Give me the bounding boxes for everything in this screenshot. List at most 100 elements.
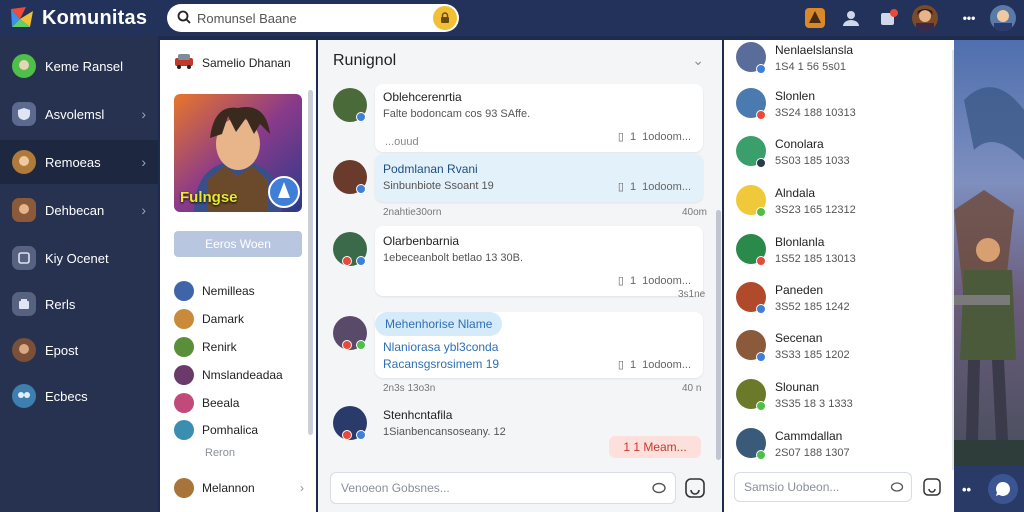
contact-item[interactable]: Paneden 3S52 185 1242 [736, 280, 948, 320]
friend-name: Renirk [202, 340, 237, 354]
clipboard-icon: ▯ [617, 181, 624, 193]
settings-avatar[interactable] [990, 5, 1016, 31]
app-logo[interactable]: Komunitas [8, 5, 147, 31]
contact-name: Slonlen [775, 89, 816, 103]
friend-name: Nemilleas [202, 284, 255, 298]
logo-icon [8, 5, 36, 31]
card-icon [12, 246, 36, 270]
sidebar-item-remoeas[interactable]: Remoeas › [0, 140, 158, 184]
hero-name: Fulngse [180, 189, 238, 206]
contact-meta: 1S4 1 56 5s01 [775, 61, 846, 73]
search-bar [167, 4, 459, 32]
message-pill[interactable]: Mehenhorise Nlame [375, 312, 503, 336]
friend-item[interactable]: Damark [174, 308, 304, 330]
message-input[interactable] [341, 481, 631, 495]
hero-card[interactable]: Fulngse [174, 94, 302, 212]
sidebar-item-label: Keme Ransel [45, 58, 124, 74]
message-note: ...ouud [385, 136, 419, 148]
friend-item[interactable]: Renirk [174, 336, 304, 358]
contact-meta: 3S23 165 12312 [775, 204, 856, 216]
chest-icon [12, 292, 36, 316]
sidebar-item-asvolemsl[interactable]: Asvolemsl › [0, 92, 158, 136]
sidebar-item-epost[interactable]: Epost [0, 328, 158, 372]
contact-item[interactable]: Conolara 5S03 185 1033 [736, 134, 948, 174]
message-meta: ▯ 1 1odoom... [618, 358, 691, 372]
contact-meta: 2S07 188 1307 [775, 447, 850, 459]
status-badge [756, 352, 766, 362]
contact-item[interactable]: Secenan 3S33 185 1202 [736, 328, 948, 368]
contact-item[interactable]: Nenlaelslansla 1S4 1 56 5s01 [736, 40, 948, 80]
sidebar-item-label: Asvolemsl [45, 106, 105, 122]
profile-panel: Samelio Dhanan Fulngse Eeros Woen Nemill… [160, 40, 316, 512]
notification-icon[interactable] [876, 5, 902, 31]
panel-scrollbar[interactable] [308, 90, 313, 435]
sidebar-item-label: Kiy Ocenet [45, 250, 109, 266]
sidebar-item-rerls[interactable]: Rerls [0, 282, 158, 326]
friend-item[interactable]: Pomhalica [174, 419, 304, 441]
message-author: Podmlanan Rvani [383, 162, 478, 176]
avatar-icon [12, 150, 36, 174]
profile-avatar[interactable] [912, 5, 938, 31]
message-bubble[interactable]: Podmlanan Rvani Sinbunbiote Ssoant 19 ▯ … [375, 154, 703, 202]
contact-item[interactable]: Blonlanla 1S52 185 13013 [736, 232, 948, 272]
status-badge [356, 184, 366, 194]
sidebar-item-ecbecs[interactable]: Ecbecs [0, 374, 158, 418]
status-badge [356, 430, 366, 440]
message-text: Sinbunbiote Ssoant 19 [383, 180, 494, 192]
friend-item[interactable]: Melannon › [174, 477, 304, 499]
contact-name: Blonlanla [775, 235, 825, 249]
contact-item[interactable]: Alndala 3S23 165 12312 [736, 183, 948, 223]
sidebar-item-keme[interactable]: Keme Ransel [0, 44, 158, 88]
friend-item[interactable]: Nemilleas [174, 280, 304, 302]
status-badge [756, 207, 766, 217]
message-count: 1 [629, 130, 637, 143]
emoji-icon[interactable] [651, 480, 667, 496]
shield-icon [12, 102, 36, 126]
more-icon[interactable]: •• [962, 482, 971, 497]
chat-fab-button[interactable] [988, 474, 1018, 504]
game-icon[interactable] [802, 5, 828, 31]
contact-name: Conolara [775, 137, 824, 151]
send-icon[interactable] [684, 477, 706, 499]
status-badge [756, 256, 766, 266]
chat-scrollbar[interactable] [716, 210, 721, 460]
chevron-down-icon[interactable]: ⌄ [692, 52, 704, 69]
more-icon[interactable]: ••• [956, 5, 982, 31]
message-time: 40om [682, 207, 708, 218]
friend-item[interactable]: Beeala [174, 392, 304, 414]
contacts-input[interactable] [744, 480, 884, 494]
friend-avatar [174, 478, 194, 498]
message-author: Stenhcntafila [383, 408, 453, 422]
friend-name: Damark [202, 312, 245, 326]
chevron-right-icon: › [141, 154, 146, 170]
search-input[interactable] [197, 10, 427, 26]
friend-name: Melannon [202, 481, 255, 495]
message-author: Nlaniorasa ybl3conda [383, 340, 499, 354]
search-button[interactable] [433, 6, 457, 30]
message-bubble[interactable]: Olarbenbarnia 1ebeceanbolt betlao 13 30B… [375, 226, 703, 296]
search-icon [177, 10, 191, 27]
lock-icon [441, 12, 449, 23]
message-text: Racansgsrosimem 19 [383, 357, 500, 371]
sidebar-item-dehbecan[interactable]: Dehbecan › [0, 188, 158, 232]
contact-item[interactable]: Slounan 3S35 18 3 1333 [736, 377, 948, 417]
emoji-icon[interactable] [890, 480, 904, 494]
contact-name: Slounan [775, 380, 820, 394]
top-bar: Komunitas ••• [0, 0, 1024, 36]
contact-item[interactable]: Cammdallan 2S07 188 1307 [736, 426, 948, 466]
message-time: 2nahtie30orn [383, 207, 442, 218]
car-icon [174, 52, 194, 73]
clipboard-icon: ▯ [617, 131, 624, 143]
hero-button[interactable]: Eeros Woen [174, 231, 302, 257]
message-meta: ▯ 1 1odoom... [618, 274, 691, 288]
contact-item[interactable]: Slonlen 3S24 188 10313 [736, 86, 948, 126]
user-icon[interactable] [838, 5, 864, 31]
status-badge [756, 450, 766, 460]
send-icon[interactable] [922, 477, 942, 497]
friend-more[interactable]: Reron [205, 447, 235, 459]
reaction-badge[interactable]: 1 1 Meam... [609, 436, 701, 458]
sidebar-item-label: Epost [45, 342, 79, 358]
sidebar-item-kiy-ocenet[interactable]: Kiy Ocenet [0, 236, 158, 280]
message-bubble[interactable]: Oblehcerenrtia Falte bodoncam cos 93 SAf… [375, 84, 703, 152]
friend-item[interactable]: Nmslandeadaa [174, 364, 304, 386]
